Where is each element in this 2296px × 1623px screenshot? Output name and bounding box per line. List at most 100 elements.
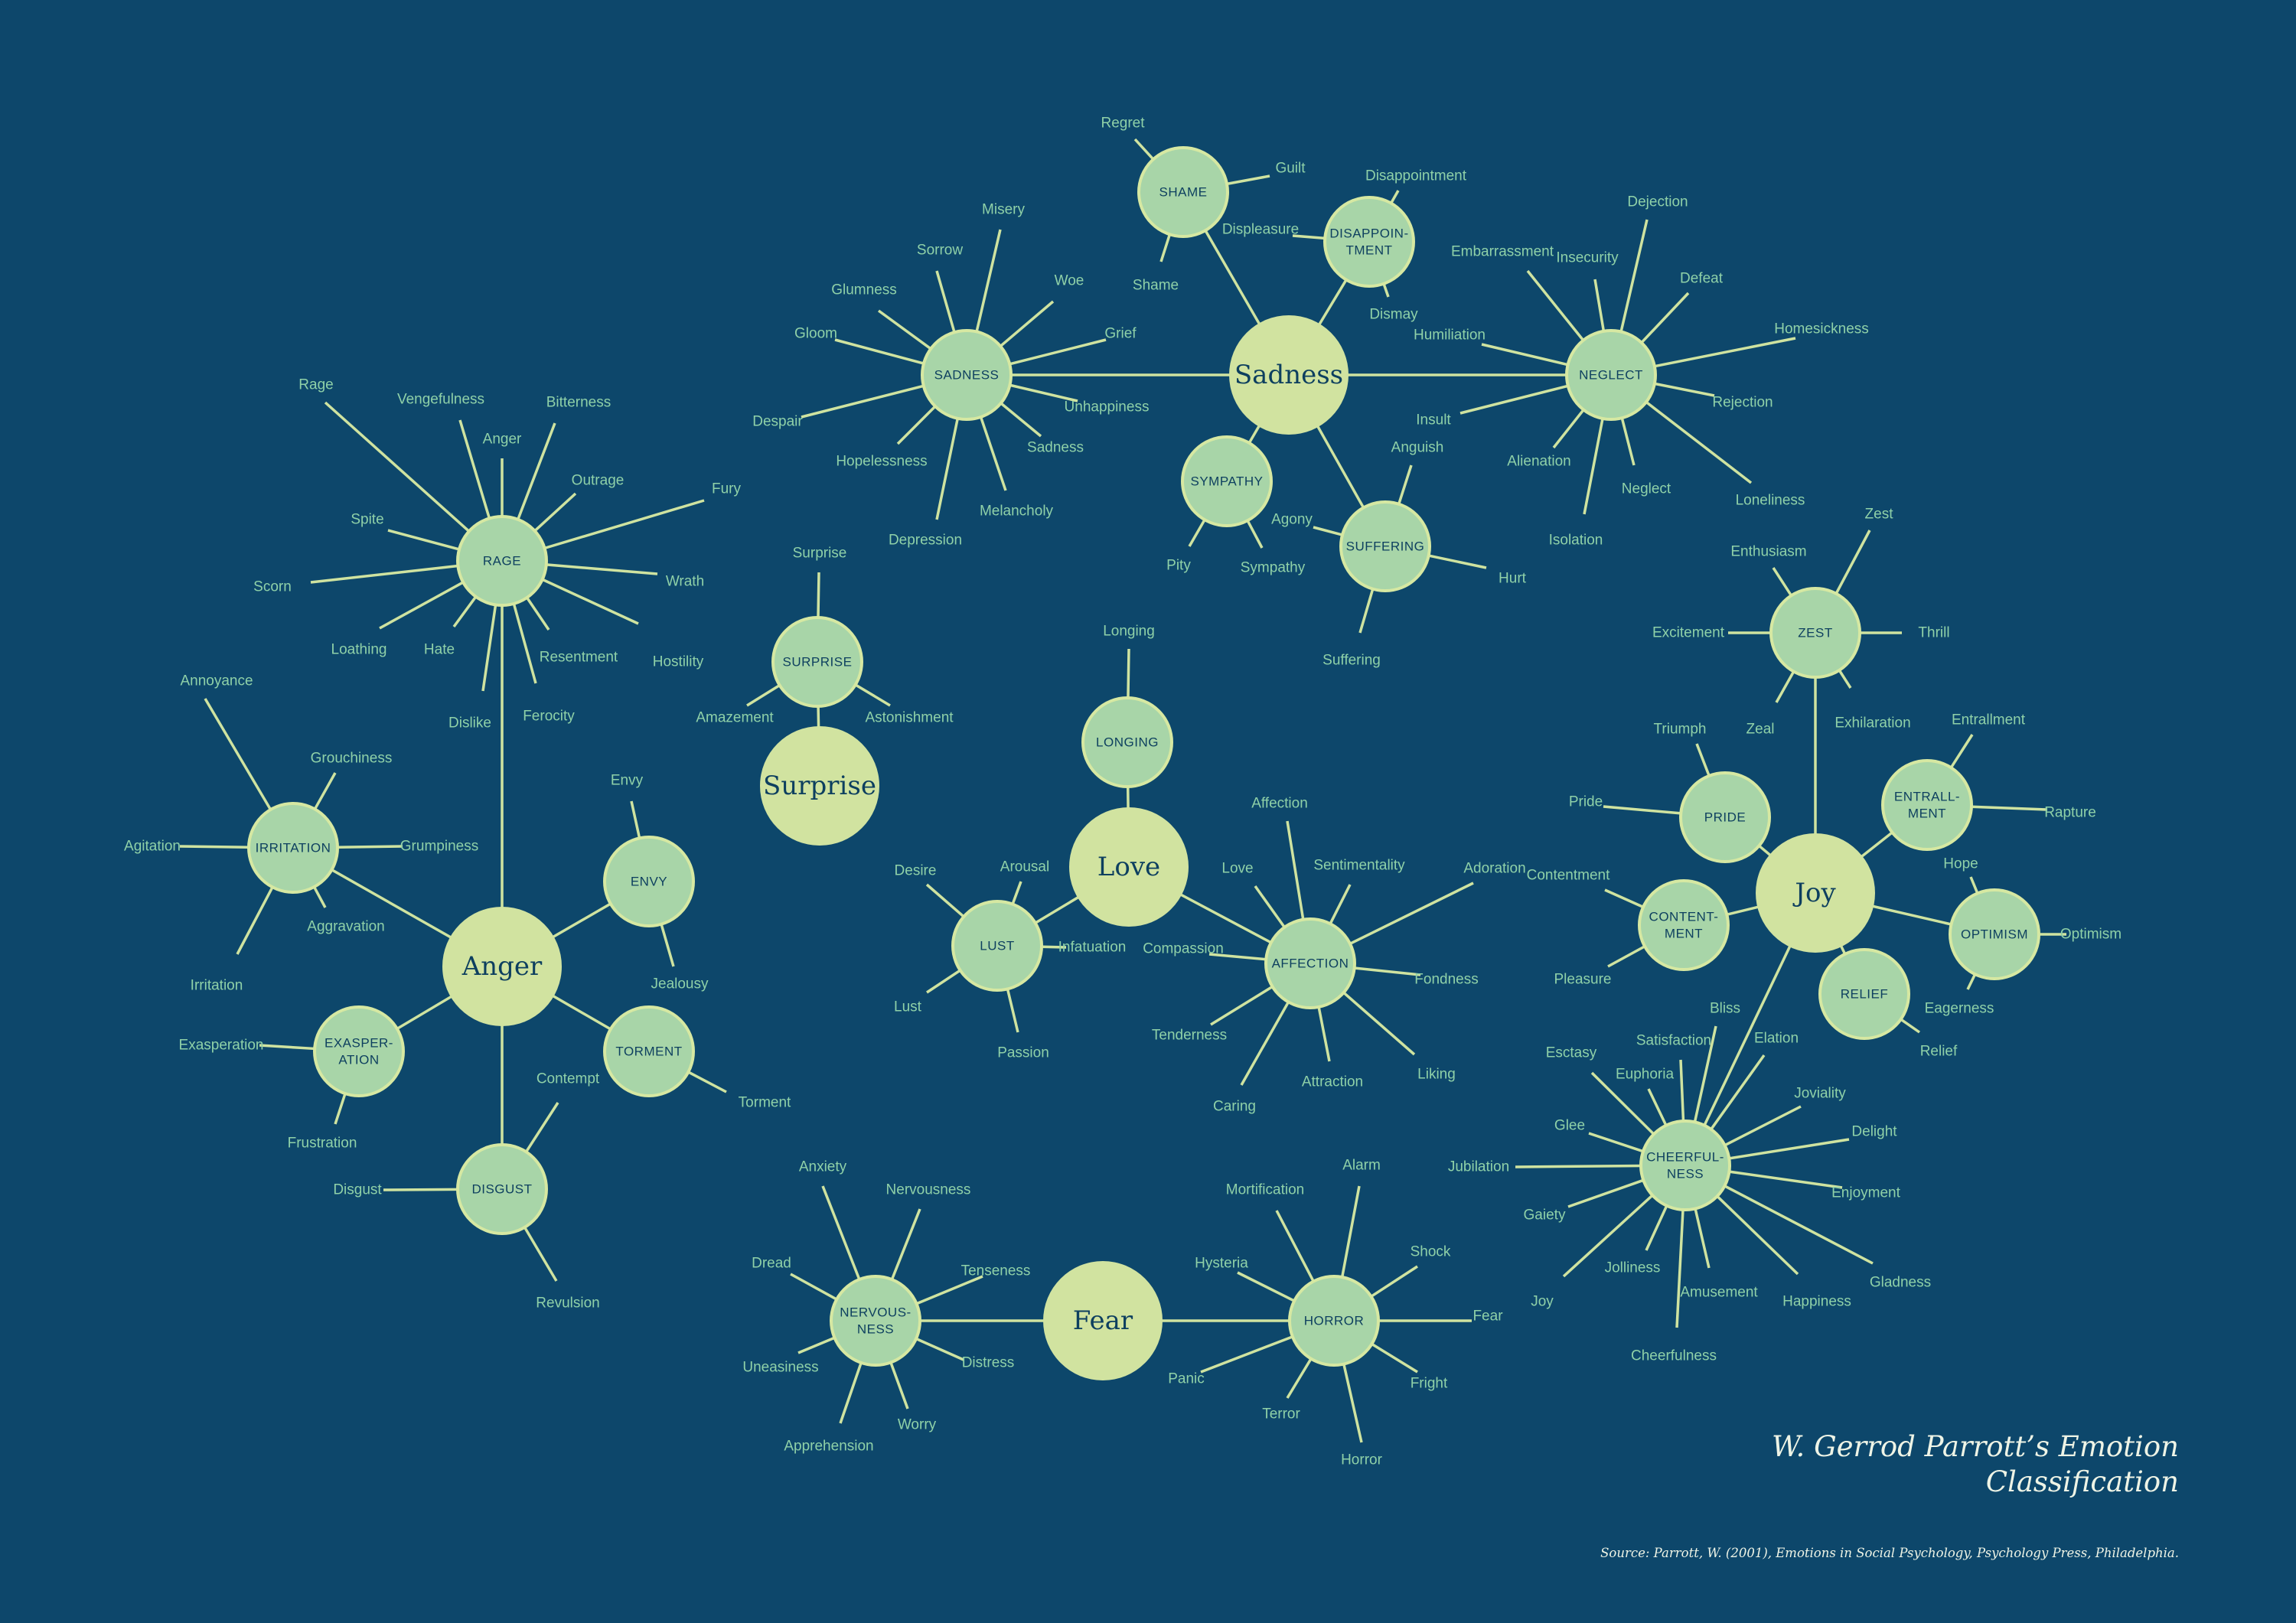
- edge-leaf: [979, 416, 1007, 491]
- primary-node-joy[interactable]: Joy: [1756, 833, 1875, 953]
- leaf-label: Amazement: [696, 710, 774, 726]
- secondary-node-torment[interactable]: TORMENT: [603, 1005, 695, 1097]
- diagram-title: W. Gerrod Parrott’s Emotion Classificati…: [1643, 1429, 2179, 1500]
- secondary-label: OPTIMISM: [1961, 927, 2028, 942]
- secondary-node-disgust[interactable]: DISGUST: [456, 1143, 548, 1235]
- edge-leaf: [889, 1361, 909, 1410]
- leaf-label: Bitterness: [546, 395, 611, 411]
- secondary-label: CONTENT-: [1649, 910, 1719, 924]
- secondary-label: NEGLECT: [1579, 368, 1643, 383]
- leaf-label: Sadness: [1027, 440, 1084, 456]
- leaf-label: Triumph: [1654, 722, 1707, 738]
- primary-node-sadness[interactable]: Sadness: [1229, 315, 1349, 435]
- edge-leaf: [517, 422, 556, 520]
- primary-label: Sadness: [1234, 360, 1343, 390]
- secondary-node-suffering[interactable]: SUFFERING: [1339, 500, 1431, 592]
- secondary-circle: [830, 1275, 921, 1367]
- secondary-node-sympathy[interactable]: SYMPATHY: [1181, 435, 1273, 527]
- edge-leaf: [1716, 1195, 1799, 1276]
- secondary-label: RAGE: [483, 554, 521, 569]
- edge-leaf: [801, 384, 925, 419]
- leaf-label: Glee: [1554, 1118, 1585, 1134]
- leaf-label: Passion: [997, 1045, 1049, 1061]
- leaf-label: Amusement: [1680, 1285, 1758, 1301]
- edge-leaf: [379, 581, 465, 630]
- secondary-label: ATION: [338, 1053, 379, 1067]
- secondary-node-zest[interactable]: ZEST: [1769, 587, 1861, 679]
- primary-node-surprise[interactable]: Surprise: [760, 726, 879, 846]
- secondary-label: SADNESS: [934, 368, 1000, 383]
- secondary-node-optimism[interactable]: OPTIMISM: [1949, 888, 2040, 980]
- leaf-label: Anger: [483, 432, 522, 448]
- edge-leaf: [1313, 526, 1343, 536]
- edge-leaf: [544, 499, 705, 550]
- secondary-node-rage[interactable]: RAGE: [456, 515, 548, 607]
- edge-leaf: [1679, 1059, 1685, 1122]
- secondary-circle: [1639, 1119, 1731, 1211]
- leaf-label: Arousal: [1000, 859, 1049, 875]
- secondary-node-envy[interactable]: ENVY: [603, 836, 695, 927]
- secondary-label: IRRITATION: [256, 841, 331, 855]
- edge-leaf: [1515, 1164, 1642, 1168]
- leaf-label: Hopelessness: [836, 454, 927, 470]
- edge-leaf: [1526, 269, 1585, 341]
- secondary-node-shame[interactable]: SHAME: [1137, 146, 1229, 238]
- leaf-label: Loneliness: [1736, 493, 1805, 509]
- secondary-label: DISAPPOIN-: [1329, 227, 1408, 241]
- edge-leaf: [1382, 283, 1390, 298]
- edge-leaf: [817, 572, 820, 618]
- source-citation: Source: Parrott, W. (2001), Emotions in …: [1600, 1546, 2179, 1560]
- secondary-label: ENTRALL-: [1894, 790, 1960, 804]
- leaf-label: Resentment: [540, 650, 618, 666]
- leaf-label: Worry: [898, 1417, 937, 1433]
- edge-leaf: [935, 418, 959, 520]
- secondary-label: CHEERFUL-: [1646, 1150, 1724, 1165]
- secondary-label: HORROR: [1304, 1314, 1365, 1328]
- edge-leaf: [1654, 382, 1715, 397]
- leaf-label: Love: [1221, 861, 1253, 877]
- secondary-node-exasperation[interactable]: EXASPER- ATION: [313, 1005, 405, 1097]
- secondary-node-contentment[interactable]: CONTENT- MENT: [1638, 879, 1730, 971]
- edge-leaf: [896, 405, 937, 445]
- leaf-label: Hysteria: [1195, 1256, 1248, 1272]
- leaf-label: Pride: [1569, 794, 1603, 810]
- secondary-node-cheerfulness[interactable]: CHEERFUL- NESS: [1639, 1119, 1731, 1211]
- secondary-label: NERVOUS-: [840, 1305, 911, 1320]
- leaf-label: Fondness: [1414, 972, 1478, 988]
- leaf-label: Zeal: [1746, 722, 1775, 738]
- secondary-circle: [1638, 879, 1730, 971]
- edge-leaf: [746, 684, 781, 707]
- secondary-node-surprise2[interactable]: SURPRISE: [771, 616, 863, 708]
- secondary-node-sadness2[interactable]: SADNESS: [921, 329, 1013, 421]
- secondary-node-relief[interactable]: RELIEF: [1818, 948, 1910, 1040]
- leaf-label: Compassion: [1143, 941, 1224, 957]
- leaf-label: Exhilaration: [1835, 715, 1910, 732]
- primary-node-anger[interactable]: Anger: [442, 907, 562, 1026]
- secondary-node-horror[interactable]: HORROR: [1288, 1275, 1380, 1367]
- leaf-label: Sentimentality: [1313, 858, 1405, 874]
- edge-leaf: [1009, 338, 1107, 366]
- secondary-node-affection[interactable]: AFFECTION: [1264, 917, 1356, 1009]
- primary-node-love[interactable]: Love: [1069, 807, 1189, 927]
- leaf-label: Bliss: [1710, 1001, 1740, 1017]
- edge-leaf: [1237, 1271, 1295, 1302]
- secondary-label: LUST: [980, 939, 1014, 953]
- secondary-node-lust[interactable]: LUST: [951, 900, 1043, 992]
- secondary-node-neglect[interactable]: NEGLECT: [1565, 329, 1657, 421]
- leaf-label: Happiness: [1782, 1294, 1851, 1310]
- edge-leaf: [1603, 805, 1681, 815]
- secondary-node-disappointment[interactable]: DISAPPOIN- TMENT: [1323, 196, 1415, 288]
- secondary-node-pride[interactable]: PRIDE: [1679, 771, 1771, 863]
- primary-node-fear[interactable]: Fear: [1043, 1261, 1163, 1380]
- secondary-node-entrallment[interactable]: ENTRALL- MENT: [1881, 759, 1973, 851]
- edge-leaf: [630, 800, 641, 839]
- leaf-label: Wrath: [666, 574, 704, 590]
- leaf-label: Misery: [982, 202, 1025, 218]
- leaf-label: Irritation: [191, 978, 243, 994]
- secondary-node-longing[interactable]: LONGING: [1081, 696, 1173, 788]
- edge-leaf: [1370, 1265, 1418, 1298]
- edge-leaf: [546, 563, 658, 575]
- secondary-node-nervousness[interactable]: NERVOUS- NESS: [830, 1275, 921, 1367]
- leaf-label: Dejection: [1627, 194, 1688, 210]
- secondary-node-irritation[interactable]: IRRITATION: [247, 802, 339, 894]
